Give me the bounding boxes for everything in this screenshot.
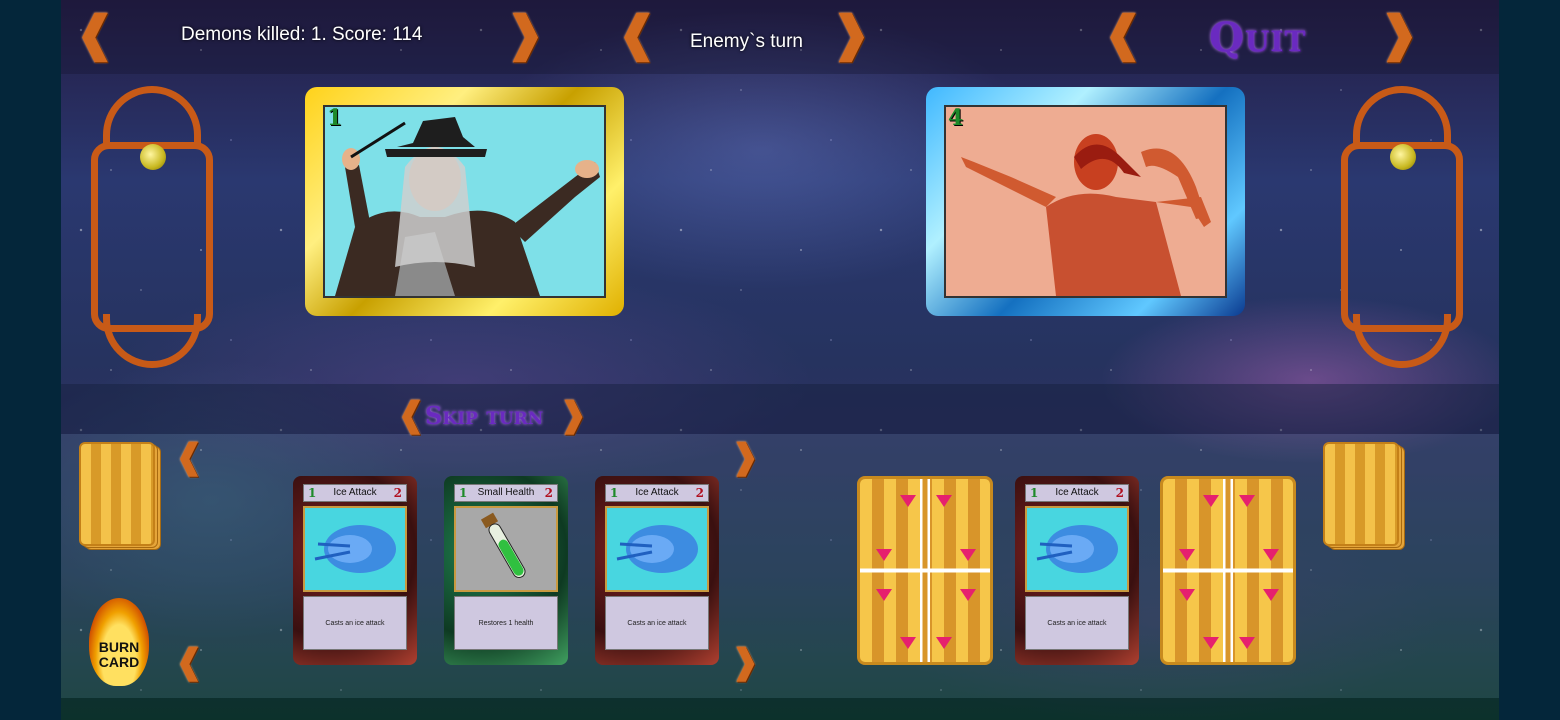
card-title: Ice Attack bbox=[635, 487, 679, 498]
card-cost-left: 1 bbox=[1030, 486, 1039, 500]
corner-ornament-icon: ❰ bbox=[175, 642, 204, 682]
hand-card[interactable]: 1 Ice Attack 2 Casts an ice attack bbox=[293, 476, 417, 665]
card-title: Small Health bbox=[477, 487, 535, 498]
enemy-health-frame bbox=[1335, 82, 1469, 372]
card-description: Restores 1 health bbox=[454, 596, 558, 650]
corner-ornament-icon: ❰ bbox=[175, 437, 204, 477]
quit-button[interactable]: Quit bbox=[1209, 14, 1306, 61]
card-cost-right: 2 bbox=[544, 486, 553, 500]
enemy-deck bbox=[1323, 442, 1405, 550]
player-hero-card: 1 bbox=[305, 87, 624, 316]
card-description: Casts an ice attack bbox=[1025, 596, 1129, 650]
ornament-right-icon: ❱ bbox=[831, 6, 872, 62]
enemy-hidden-card bbox=[857, 476, 993, 665]
ornament-right-icon: ❱ bbox=[1379, 6, 1420, 62]
ice-blast-icon bbox=[605, 506, 709, 592]
card-cost-left: 1 bbox=[610, 486, 619, 500]
wizard-portrait bbox=[323, 105, 606, 298]
player-health-frame bbox=[85, 82, 219, 372]
corner-ornament-icon: ❱ bbox=[731, 642, 760, 682]
card-title: Ice Attack bbox=[333, 487, 377, 498]
score-text: Demons killed: 1. Score: 114 bbox=[181, 24, 423, 45]
card-title: Ice Attack bbox=[1055, 487, 1099, 498]
ice-blast-icon bbox=[1025, 506, 1129, 592]
health-orb-icon bbox=[1390, 144, 1416, 170]
ornament-right-icon: ❱ bbox=[559, 395, 588, 435]
skip-turn-button[interactable]: Skip turn bbox=[425, 401, 543, 430]
card-description: Casts an ice attack bbox=[605, 596, 709, 650]
ornament-left-icon: ❰ bbox=[397, 395, 426, 435]
middle-bar bbox=[61, 384, 1499, 434]
burn-card-label: BURN CARD bbox=[98, 639, 140, 670]
enemy-revealed-card: 1 Ice Attack 2 Casts an ice attack bbox=[1015, 476, 1139, 665]
card-cost-left: 1 bbox=[308, 486, 317, 500]
health-orb-icon bbox=[140, 144, 166, 170]
burn-card-button[interactable]: BURN CARD bbox=[89, 598, 149, 686]
card-cost-left: 1 bbox=[459, 486, 468, 500]
turn-indicator: Enemy`s turn bbox=[690, 31, 803, 52]
demon-portrait bbox=[944, 105, 1227, 298]
enemy-level-number: 4 bbox=[948, 105, 964, 131]
ornament-left-icon: ❰ bbox=[1103, 6, 1144, 62]
enemy-hero-card: 4 bbox=[926, 87, 1245, 316]
player-deck[interactable] bbox=[79, 442, 161, 550]
ornament-right-icon: ❱ bbox=[505, 6, 546, 62]
player-level-number: 1 bbox=[327, 105, 343, 131]
card-cost-right: 2 bbox=[1115, 486, 1124, 500]
corner-ornament-icon: ❱ bbox=[731, 437, 760, 477]
game-board: ❰ Demons killed: 1. Score: 114 ❱ ❰ Enemy… bbox=[61, 0, 1499, 720]
ornament-left-icon: ❰ bbox=[617, 6, 658, 62]
ornament-left-icon: ❰ bbox=[75, 6, 116, 62]
hand-card[interactable]: 1 Ice Attack 2 Casts an ice attack bbox=[595, 476, 719, 665]
card-cost-right: 2 bbox=[695, 486, 704, 500]
enemy-hidden-card bbox=[1160, 476, 1296, 665]
ice-blast-icon bbox=[303, 506, 407, 592]
health-potion-icon bbox=[454, 506, 558, 592]
card-description: Casts an ice attack bbox=[303, 596, 407, 650]
hand-card[interactable]: 1 Small Health 2 Restores 1 health bbox=[444, 476, 568, 665]
card-cost-right: 2 bbox=[393, 486, 402, 500]
bottom-bar bbox=[61, 698, 1499, 720]
